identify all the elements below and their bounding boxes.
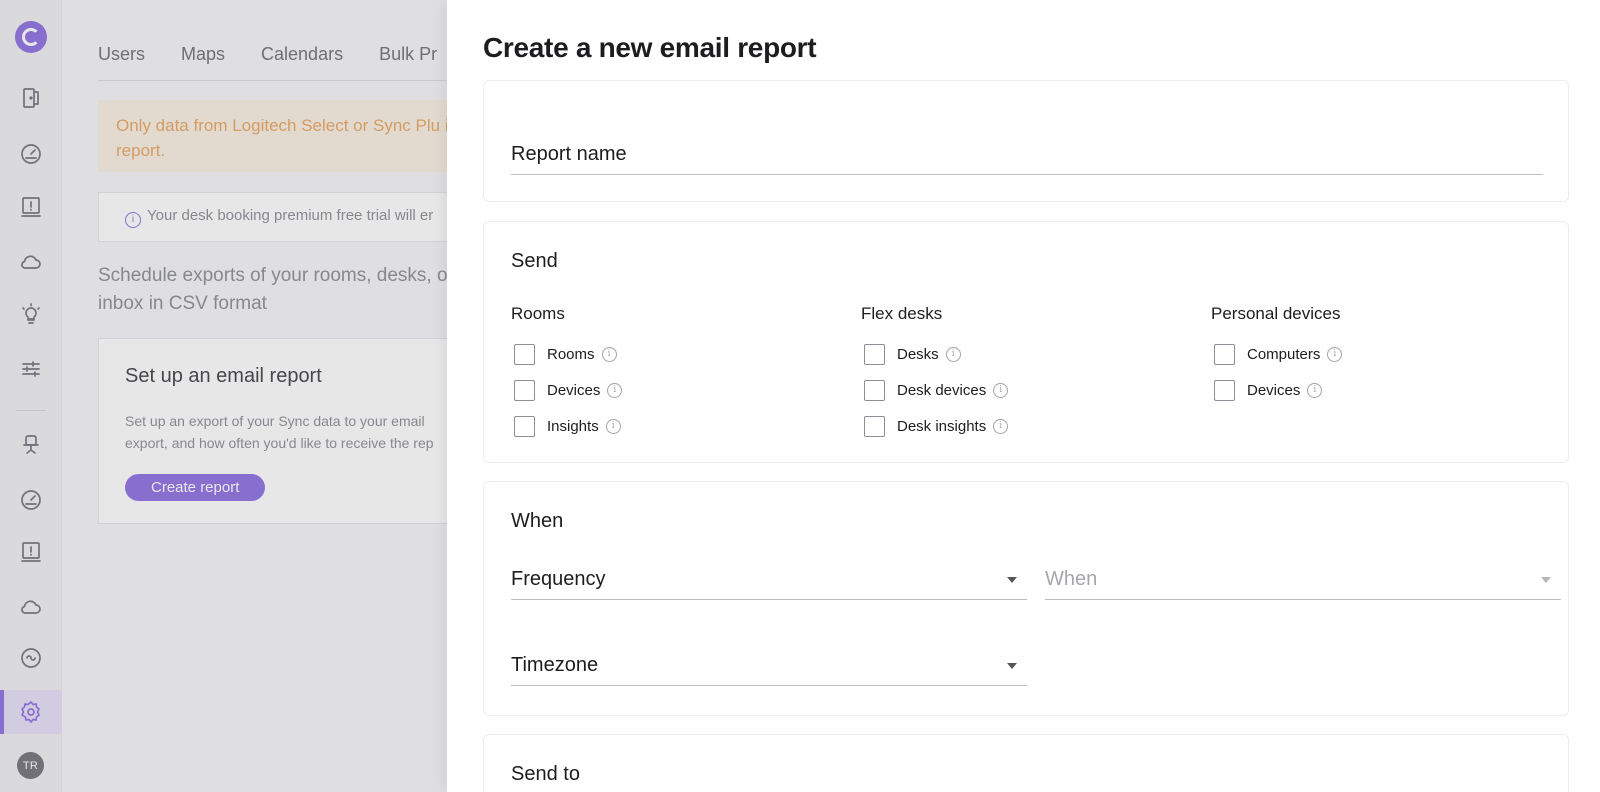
frequency-label: Frequency <box>511 568 606 590</box>
rooms-column: Rooms Rooms i Devices i Insights i <box>511 304 851 444</box>
info-icon[interactable]: i <box>601 346 617 362</box>
when-section-title: When <box>511 510 564 532</box>
frequency-select[interactable]: Frequency <box>511 552 1027 600</box>
desk-devices-checkbox[interactable] <box>864 379 885 401</box>
option-label: Desk insights <box>897 417 987 435</box>
personal-devices-checkbox[interactable] <box>1214 379 1235 401</box>
rooms-checkbox[interactable] <box>514 343 535 365</box>
info-icon[interactable]: i <box>1307 382 1323 398</box>
info-icon[interactable]: i <box>1327 346 1343 362</box>
send-to-section-title: Send to <box>511 763 580 785</box>
option-computers[interactable]: Computers i <box>1211 336 1551 372</box>
option-label: Insights <box>547 417 599 435</box>
when-card: When Frequency When Timezone <box>483 481 1569 716</box>
info-icon[interactable]: i <box>993 382 1009 398</box>
option-personal-devices[interactable]: Devices i <box>1211 372 1551 408</box>
chevron-down-icon <box>1541 577 1551 583</box>
option-insights[interactable]: Insights i <box>511 408 851 444</box>
option-label: Computers <box>1247 345 1321 363</box>
room-devices-checkbox[interactable] <box>514 379 535 401</box>
option-room-devices[interactable]: Devices i <box>511 372 851 408</box>
info-icon[interactable]: i <box>605 418 621 434</box>
report-name-input[interactable]: Report name <box>511 131 1543 175</box>
option-desks[interactable]: Desks i <box>861 336 1201 372</box>
send-section-title: Send <box>511 250 558 272</box>
send-card: Send Rooms Rooms i Devices i Insights i Fle… <box>483 221 1569 463</box>
personal-devices-column: Personal devices Computers i Devices i <box>1211 304 1551 408</box>
chevron-down-icon <box>1007 663 1017 669</box>
info-icon[interactable]: i <box>607 382 623 398</box>
flex-desks-column: Flex desks Desks i Desk devices i Desk ins… <box>861 304 1201 444</box>
create-report-drawer: Create a new email report Report name Se… <box>447 0 1600 792</box>
option-label: Rooms <box>547 345 595 363</box>
option-label: Devices <box>1247 381 1301 399</box>
insights-checkbox[interactable] <box>514 415 535 437</box>
chevron-down-icon <box>1007 577 1017 583</box>
flex-desks-column-title: Flex desks <box>861 304 943 323</box>
report-name-card: Report name <box>483 80 1569 202</box>
desk-insights-checkbox[interactable] <box>864 415 885 437</box>
timezone-select[interactable]: Timezone <box>511 638 1027 686</box>
drawer-title: Create a new email report <box>483 32 817 63</box>
send-to-card: Send to <box>483 734 1569 792</box>
option-desk-insights[interactable]: Desk insights i <box>861 408 1201 444</box>
desks-checkbox[interactable] <box>864 343 885 365</box>
when-select[interactable]: When <box>1045 552 1561 600</box>
option-label: Desks <box>897 345 939 363</box>
info-icon[interactable]: i <box>993 418 1009 434</box>
computers-checkbox[interactable] <box>1214 343 1235 365</box>
option-desk-devices[interactable]: Desk devices i <box>861 372 1201 408</box>
when-label: When <box>1045 568 1098 590</box>
personal-devices-column-title: Personal devices <box>1211 304 1341 323</box>
rooms-column-title: Rooms <box>511 304 565 323</box>
timezone-label: Timezone <box>511 654 599 676</box>
info-icon[interactable]: i <box>945 346 961 362</box>
option-label: Desk devices <box>897 381 987 399</box>
report-name-label: Report name <box>511 143 627 165</box>
option-rooms[interactable]: Rooms i <box>511 336 851 372</box>
option-label: Devices <box>547 381 601 399</box>
